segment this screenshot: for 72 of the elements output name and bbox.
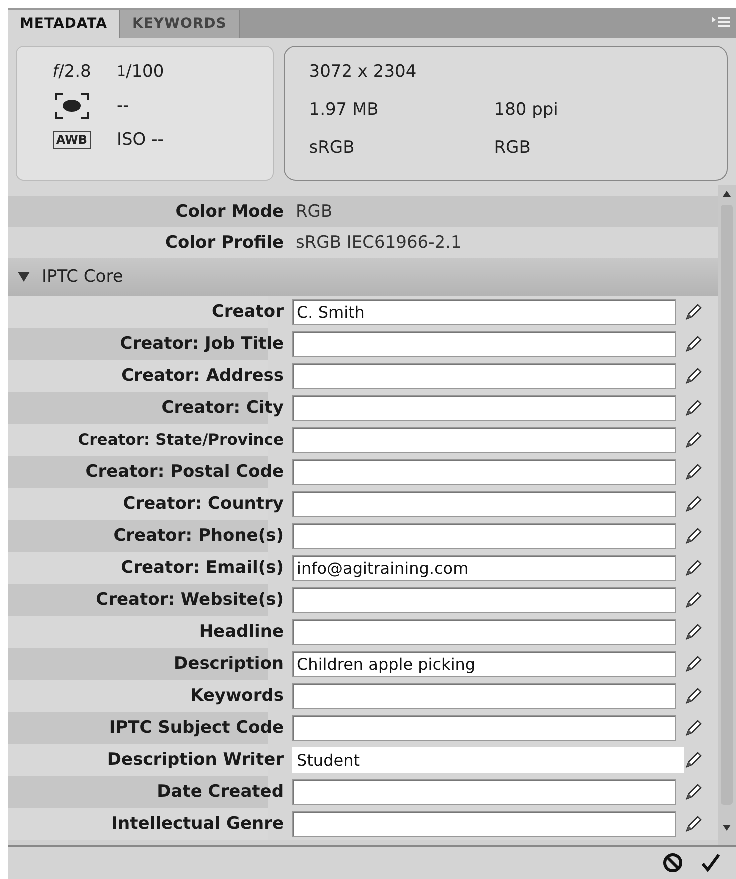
pencil-icon[interactable] bbox=[684, 302, 704, 322]
checkmark-icon[interactable] bbox=[700, 852, 722, 874]
text-field[interactable]: C. Smith bbox=[292, 299, 676, 325]
metering-value: -- bbox=[117, 95, 130, 118]
property-label: Color Mode bbox=[174, 202, 284, 222]
field-label: Description Writer bbox=[106, 750, 284, 770]
scrollbar[interactable] bbox=[718, 185, 736, 845]
field-label: Creator: Postal Code bbox=[84, 462, 284, 482]
field-label: Creator: State/Province bbox=[77, 431, 284, 449]
iso-value: ISO -- bbox=[117, 129, 165, 152]
pencil-icon[interactable] bbox=[684, 558, 704, 578]
field-label: Description bbox=[173, 654, 284, 674]
text-field[interactable] bbox=[292, 779, 676, 805]
metering-icon bbox=[55, 93, 89, 119]
color-profile: sRGB bbox=[309, 137, 356, 160]
text-field[interactable]: info@agitraining.com bbox=[292, 555, 676, 581]
field-label: Creator bbox=[210, 302, 284, 322]
property-label: Color Profile bbox=[164, 232, 284, 252]
text-field[interactable] bbox=[292, 715, 676, 741]
pencil-icon[interactable] bbox=[684, 430, 704, 450]
text-field[interactable] bbox=[292, 811, 676, 837]
image-dimensions: 3072 x 2304 bbox=[309, 61, 418, 84]
field-label: Headline bbox=[198, 622, 284, 642]
aperture-value: f/2.8 bbox=[52, 61, 92, 84]
pencil-icon[interactable] bbox=[684, 654, 704, 674]
text-field[interactable]: Children apple picking bbox=[292, 651, 676, 677]
field-label: Creator: Job Title bbox=[119, 334, 284, 354]
text-field[interactable] bbox=[292, 683, 676, 709]
field-label: Creator: City bbox=[160, 398, 284, 418]
resolution: 180 ppi bbox=[494, 99, 560, 122]
pencil-icon[interactable] bbox=[684, 334, 704, 354]
field-label: Creator: Website(s) bbox=[95, 590, 284, 610]
pencil-icon[interactable] bbox=[684, 814, 704, 834]
pencil-icon[interactable] bbox=[684, 750, 704, 770]
text-field[interactable] bbox=[292, 523, 676, 549]
cancel-icon[interactable] bbox=[662, 852, 684, 874]
field-label: Creator: Address bbox=[120, 366, 284, 386]
field-label: IPTC Subject Code bbox=[108, 718, 284, 738]
tab[interactable]: METADATA bbox=[8, 10, 120, 38]
color-mode: RGB bbox=[494, 137, 532, 160]
disclosure-triangle-icon[interactable] bbox=[18, 272, 30, 282]
text-field[interactable] bbox=[292, 331, 676, 357]
section-header[interactable]: IPTC Core bbox=[8, 258, 718, 296]
text-field[interactable] bbox=[292, 491, 676, 517]
field-label: Keywords bbox=[189, 686, 284, 706]
field-label: Creator: Phone(s) bbox=[112, 526, 284, 546]
pencil-icon[interactable] bbox=[684, 686, 704, 706]
text-field[interactable] bbox=[292, 459, 676, 485]
field-label: Creator: Country bbox=[122, 494, 284, 514]
pencil-icon[interactable] bbox=[684, 526, 704, 546]
property-value: RGB bbox=[296, 202, 334, 222]
pencil-icon[interactable] bbox=[684, 718, 704, 738]
pencil-icon[interactable] bbox=[684, 622, 704, 642]
pencil-icon[interactable] bbox=[684, 782, 704, 802]
text-field[interactable] bbox=[292, 427, 676, 453]
field-label: Intellectual Genre bbox=[110, 814, 284, 834]
text-field[interactable] bbox=[292, 587, 676, 613]
tab[interactable]: KEYWORDS bbox=[120, 10, 240, 38]
property-value: sRGB IEC61966-2.1 bbox=[296, 232, 463, 252]
file-size: 1.97 MB bbox=[309, 99, 380, 122]
pencil-icon[interactable] bbox=[684, 494, 704, 514]
pencil-icon[interactable] bbox=[684, 398, 704, 418]
awb-mode-label: AWB bbox=[53, 131, 91, 149]
pencil-icon[interactable] bbox=[684, 462, 704, 482]
text-field[interactable] bbox=[292, 363, 676, 389]
text-field[interactable] bbox=[292, 395, 676, 421]
field-label: Date Created bbox=[156, 782, 284, 802]
pencil-icon[interactable] bbox=[684, 590, 704, 610]
field-label: Creator: Email(s) bbox=[120, 558, 284, 578]
pencil-icon[interactable] bbox=[684, 366, 704, 386]
section-title: IPTC Core bbox=[42, 267, 124, 287]
text-field[interactable] bbox=[292, 619, 676, 645]
